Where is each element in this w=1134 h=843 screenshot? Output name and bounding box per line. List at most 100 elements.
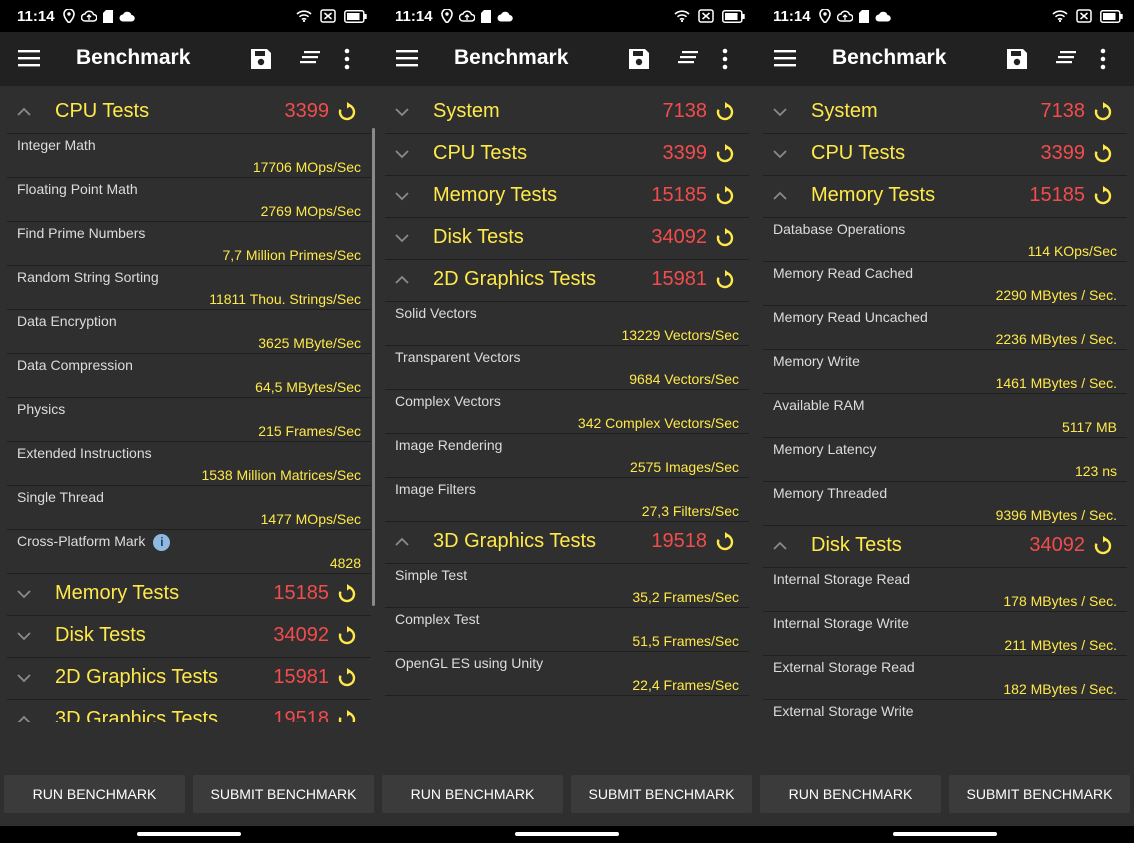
cloud-upload-icon [836, 10, 853, 22]
rerun-section-button[interactable] [337, 710, 357, 722]
rerun-section-button[interactable] [715, 532, 735, 557]
section-score: 19518 [273, 708, 329, 722]
rerun-section-button[interactable] [337, 668, 357, 693]
result-name: Memory Threaded [773, 485, 888, 501]
save-button[interactable] [628, 48, 650, 75]
result-name: External Storage Write [773, 703, 914, 719]
refresh-icon [338, 668, 356, 687]
section-header[interactable]: 3D Graphics Tests 19518 [7, 700, 371, 722]
rerun-section-button[interactable] [715, 144, 735, 169]
more-options-button[interactable] [344, 48, 350, 75]
result-value: 182 MBytes / Sec. [1003, 681, 1117, 697]
result-row: Cross-Platform Mark i 4828 [7, 530, 371, 574]
section-header[interactable]: 3D Graphics Tests 19518 [385, 522, 749, 564]
rerun-section-button[interactable] [715, 270, 735, 295]
no-sim-icon [320, 9, 336, 23]
section-header[interactable]: CPU Tests 3399 [7, 92, 371, 134]
section-score: 19518 [651, 530, 707, 552]
menu-button[interactable] [774, 48, 796, 73]
save-button[interactable] [1006, 48, 1028, 75]
menu-button[interactable] [18, 48, 40, 73]
result-row: Data Compression 64,5 MBytes/Sec [7, 354, 371, 398]
section-header[interactable]: Memory Tests 15185 [7, 574, 371, 616]
result-value: 2290 MBytes / Sec. [995, 287, 1117, 303]
run-benchmark-button[interactable]: RUN BENCHMARK [382, 775, 563, 813]
section-header[interactable]: Disk Tests 34092 [7, 616, 371, 658]
section-label: Memory Tests [433, 184, 558, 206]
menu-button[interactable] [396, 48, 418, 73]
result-value: 4828 [329, 555, 361, 571]
section-header[interactable]: CPU Tests 3399 [763, 134, 1127, 176]
section-header[interactable]: CPU Tests 3399 [385, 134, 749, 176]
section-header[interactable]: System 7138 [385, 92, 749, 134]
result-row: Solid Vectors 13229 Vectors/Sec [385, 302, 749, 346]
rerun-section-button[interactable] [1093, 186, 1113, 211]
rerun-section-button[interactable] [715, 102, 735, 127]
rerun-section-button[interactable] [337, 584, 357, 609]
rerun-section-button[interactable] [1093, 102, 1113, 127]
run-benchmark-button[interactable]: RUN BENCHMARK [4, 775, 185, 813]
results-list[interactable]: CPU Tests 3399 Integer Math 17706 MOps/Sec F… [7, 92, 371, 722]
result-row: External Storage Write [763, 700, 1127, 722]
section-label: 2D Graphics Tests [55, 666, 219, 688]
submit-benchmark-button[interactable]: SUBMIT BENCHMARK [949, 775, 1130, 813]
sort-button[interactable] [300, 50, 322, 71]
section-label: System [811, 100, 878, 122]
result-row: Database Operations 114 KOps/Sec [763, 218, 1127, 262]
result-value: 2769 MOps/Sec [260, 203, 361, 219]
bottom-actions: RUN BENCHMARK SUBMIT BENCHMARK [4, 775, 374, 813]
rerun-section-button[interactable] [1093, 536, 1113, 561]
results-list[interactable]: System 7138 CPU Tests 3399 Memory Tests 15185… [385, 92, 749, 722]
result-name: Image Filters [395, 481, 476, 497]
rerun-section-button[interactable] [715, 228, 735, 253]
home-gesture-handle[interactable] [515, 832, 619, 836]
section-score: 7138 [662, 100, 708, 122]
rerun-section-button[interactable] [715, 186, 735, 211]
run-benchmark-button[interactable]: RUN BENCHMARK [760, 775, 941, 813]
result-value: 5117 MB [1062, 419, 1117, 435]
chevron-down-icon [395, 150, 409, 159]
result-value: 178 MBytes / Sec. [1003, 593, 1117, 609]
more-vert-icon [1100, 48, 1106, 70]
scrollbar[interactable] [372, 128, 375, 606]
chevron-up-icon [17, 715, 31, 722]
result-name: Simple Test [395, 567, 468, 583]
more-options-button[interactable] [1100, 48, 1106, 75]
section-label: CPU Tests [811, 142, 906, 164]
result-row: Memory Threaded 9396 MBytes / Sec. [763, 482, 1127, 526]
save-icon [1007, 49, 1027, 69]
refresh-icon [716, 270, 734, 289]
result-row: Transparent Vectors 9684 Vectors/Sec [385, 346, 749, 390]
save-button[interactable] [250, 48, 272, 75]
more-options-button[interactable] [722, 48, 728, 75]
section-header[interactable]: 2D Graphics Tests 15981 [7, 658, 371, 700]
submit-benchmark-button[interactable]: SUBMIT BENCHMARK [193, 775, 374, 813]
rerun-section-button[interactable] [1093, 144, 1113, 169]
section-header[interactable]: System 7138 [763, 92, 1127, 134]
rerun-section-button[interactable] [337, 102, 357, 127]
result-name: Memory Write [773, 353, 860, 369]
result-row: Integer Math 17706 MOps/Sec [7, 134, 371, 178]
section-header[interactable]: Disk Tests 34092 [763, 526, 1127, 568]
submit-benchmark-button[interactable]: SUBMIT BENCHMARK [571, 775, 752, 813]
rerun-section-button[interactable] [337, 626, 357, 651]
status-time: 11:14 [395, 7, 433, 25]
home-gesture-handle[interactable] [893, 832, 997, 836]
sort-button[interactable] [678, 50, 700, 71]
result-value: 17706 MOps/Sec [252, 159, 361, 175]
result-name: Integer Math [17, 137, 96, 153]
result-value: 123 ns [1074, 463, 1117, 479]
section-header[interactable]: Memory Tests 15185 [385, 176, 749, 218]
result-row: Random String Sorting 11811 Thou. Strings… [7, 266, 371, 310]
section-header[interactable]: Disk Tests 34092 [385, 218, 749, 260]
section-header[interactable]: 2D Graphics Tests 15981 [385, 260, 749, 302]
info-icon[interactable]: i [153, 533, 171, 551]
section-label: CPU Tests [55, 100, 150, 122]
section-header[interactable]: Memory Tests 15185 [763, 176, 1127, 218]
section-label: 3D Graphics Tests [55, 708, 219, 722]
sort-button[interactable] [1056, 50, 1078, 71]
results-list[interactable]: System 7138 CPU Tests 3399 Memory Tests 15185… [763, 92, 1127, 722]
home-gesture-handle[interactable] [137, 832, 241, 836]
save-icon [251, 49, 271, 69]
result-name: Solid Vectors [395, 305, 477, 321]
